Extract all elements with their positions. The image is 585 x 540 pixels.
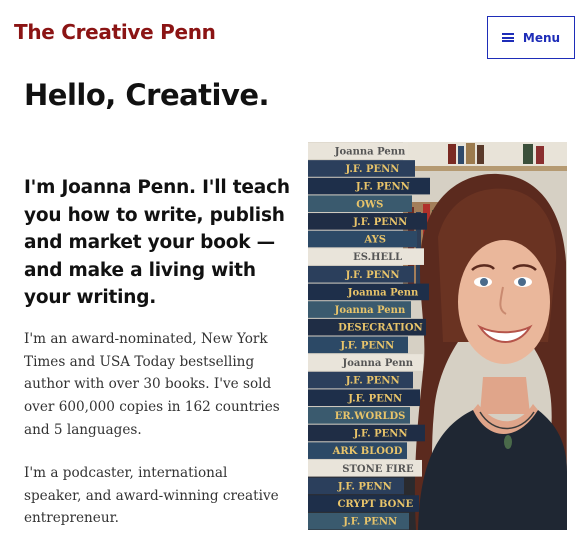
hamburger-icon xyxy=(501,33,514,42)
book-spine-label: STONE FIRE xyxy=(342,464,414,475)
menu-button[interactable]: Menu xyxy=(487,16,575,59)
book-spine-label: J.F. PENN xyxy=(339,340,394,351)
book-spine-label: Joanna Penn xyxy=(347,287,419,298)
book-spine-label: ER.WORLDS xyxy=(335,411,406,422)
book-spine-label: DESECRATION xyxy=(338,323,423,334)
book-spine-label: OWS xyxy=(356,199,383,210)
menu-label: Menu xyxy=(522,30,561,45)
intro-heading: I'm Joanna Penn. I'll teach you how to w… xyxy=(24,177,290,308)
page-heading: Hello, Creative. xyxy=(24,78,270,112)
book-spine-label: ARK BLOOD xyxy=(332,446,403,457)
book-spine-label: Joanna Penn xyxy=(334,305,406,316)
book-spine-label: Joanna Penn xyxy=(334,146,406,157)
book-spine-label: J.F. PENN xyxy=(344,164,399,175)
book-spine xyxy=(308,230,417,248)
book-spine-label: J.F. PENN xyxy=(342,517,397,528)
book-spine-label: J.F. PENN xyxy=(337,481,392,492)
bio-paragraph-1: I'm an award-nominated, New York Times a… xyxy=(24,331,280,438)
book-spine-label: J.F. PENN xyxy=(353,429,408,440)
book-spine-label: J.F. PENN xyxy=(345,270,400,281)
book-spine-label: AYS xyxy=(363,235,386,246)
bio-paragraph-2: I'm a podcaster, international speaker, … xyxy=(24,465,279,527)
book-spine-label: J.F. PENN xyxy=(347,393,402,404)
book-spine-label: CRYPT BONE xyxy=(337,499,413,510)
book-spine-label: J.F. PENN xyxy=(355,182,410,193)
author-photo: Joanna Penn J.F. PENN J.F. PENN OWS J.F. PEN… xyxy=(308,142,567,530)
book-spine-label: Joanna Penn xyxy=(342,358,414,369)
book-spine-label: J.F. PENN xyxy=(345,376,400,387)
site-title[interactable]: The Creative Penn xyxy=(14,20,216,44)
book-spine-label: J.F. PENN xyxy=(352,217,407,228)
book-spine-label: ES.HELL xyxy=(353,252,402,263)
